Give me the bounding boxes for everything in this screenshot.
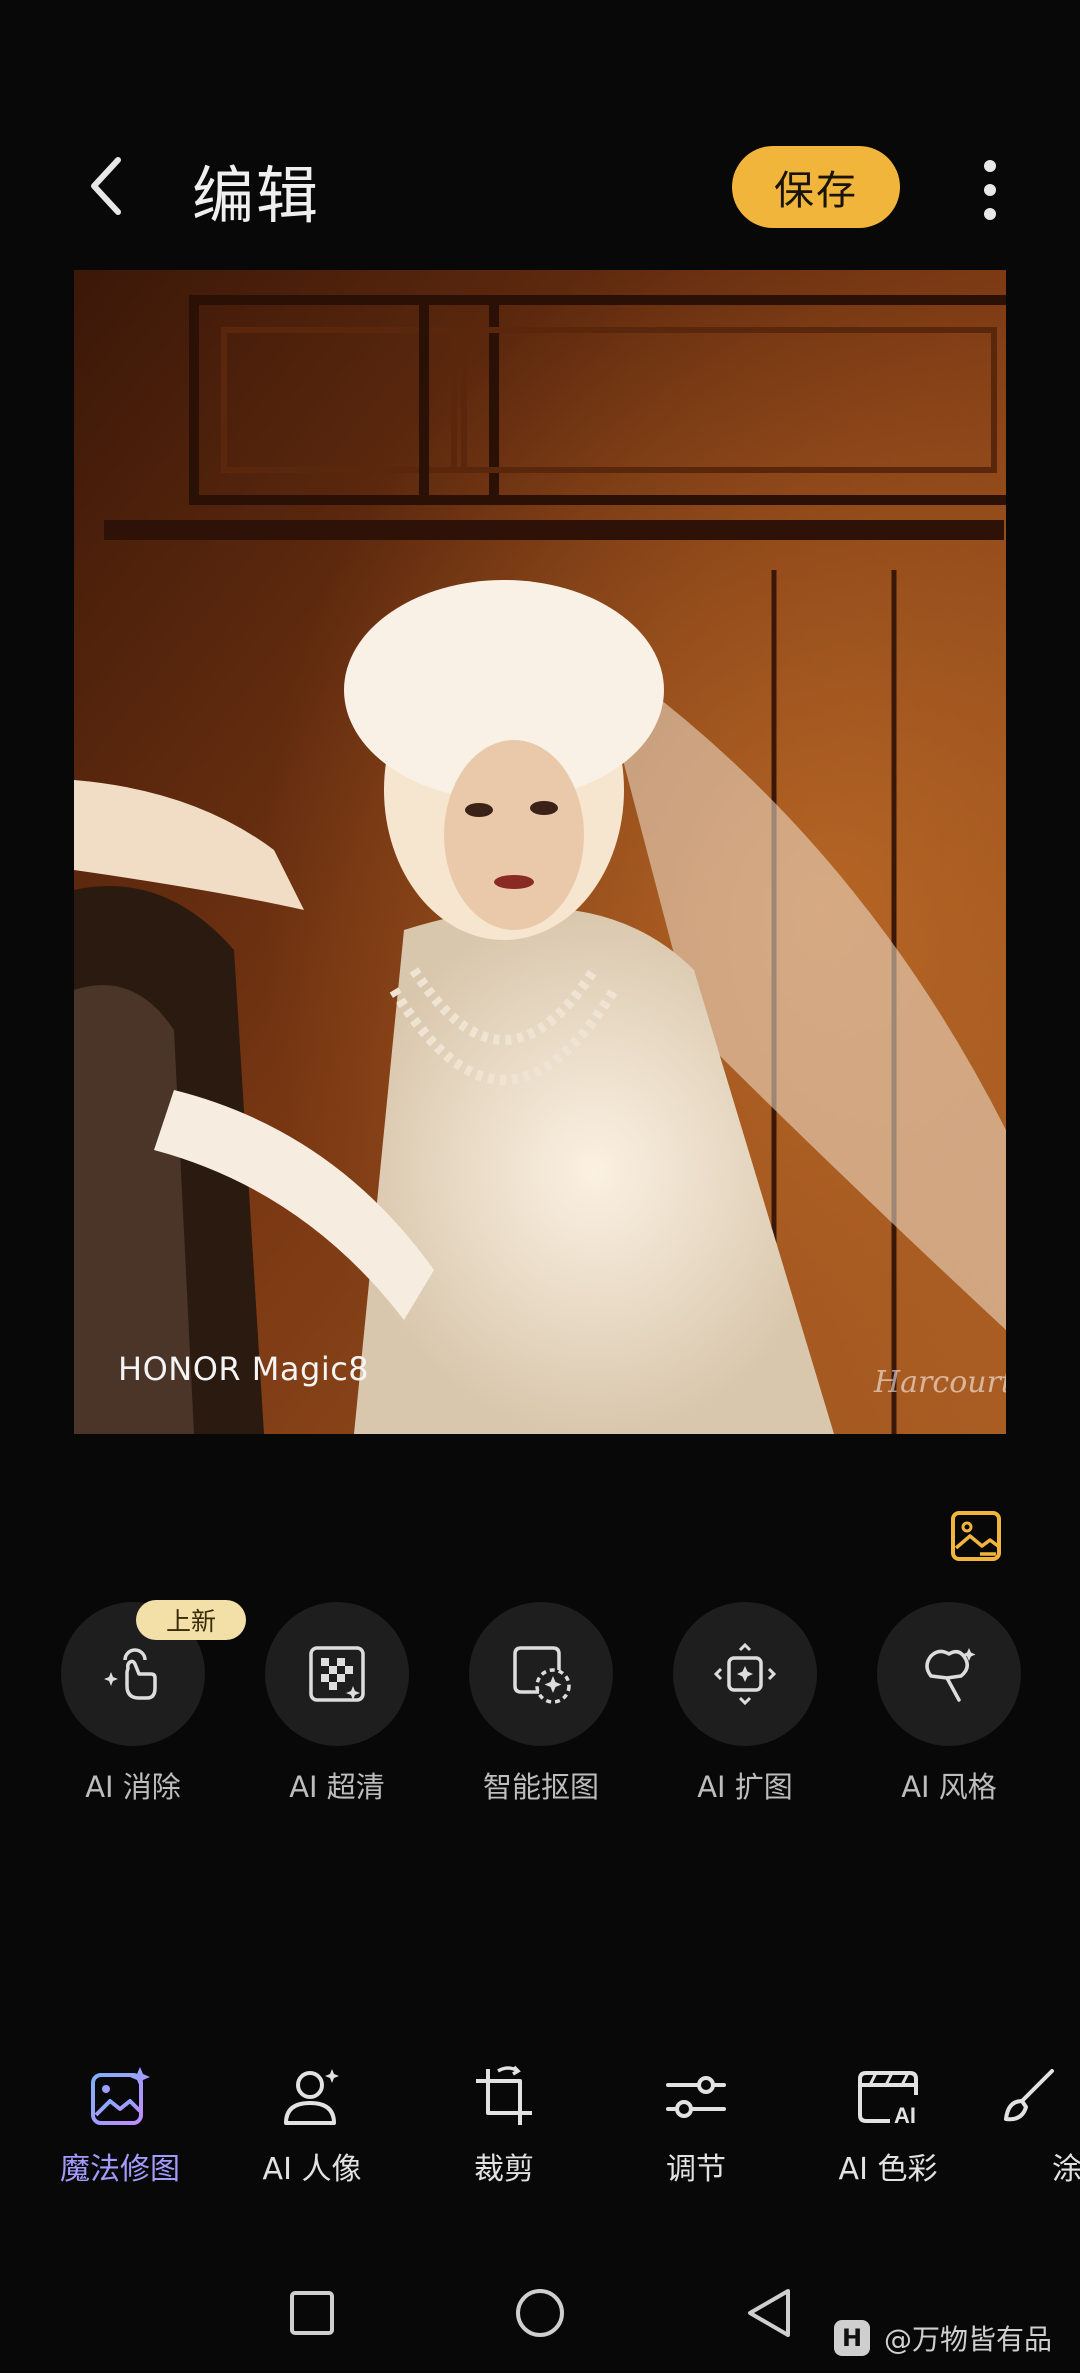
photographer-signature: Harcourt [874,1365,1006,1400]
circle-icon [516,2289,564,2337]
tab-adjust[interactable]: 调节 [616,2062,776,2188]
image-compare-icon [951,1511,1001,1561]
tool-label: AI 超清 [289,1770,385,1804]
brush-icon [1004,2069,1054,2122]
tool-label: AI 消除 [85,1770,181,1804]
credit-logo-icon: H [834,2320,870,2356]
credit-text: @万物皆有品 [884,2323,1053,2356]
tab-ai-portrait[interactable]: AI 人像 [232,2062,392,2188]
tab-magic-edit[interactable]: 魔法修图 [40,2062,200,2188]
photo-preview[interactable]: HONOR Magic8 Harcourt [74,270,1006,1434]
more-vertical-icon [984,160,996,220]
tab-crop[interactable]: 裁剪 [424,2062,584,2188]
tab-label: 调节 [666,2152,726,2187]
source-credit: H @万物皆有品 [834,2318,1052,2358]
tab-label: 涂 [1052,2152,1080,2187]
new-badge: 上新 [136,1600,246,1640]
nav-home-button[interactable] [512,2285,568,2341]
tab-label: 裁剪 [474,2152,534,2187]
tab-brush[interactable]: 涂 [1000,2062,1080,2188]
crop-icon [476,2065,532,2125]
tool-ai-style[interactable]: AI 风格 [876,1602,1022,1806]
more-button[interactable] [960,150,1020,230]
square-icon [290,2291,334,2335]
back-button[interactable] [70,150,142,222]
chevron-left-icon [91,157,121,215]
tool-ai-expand[interactable]: AI 扩图 [672,1602,818,1806]
adjust-icon [666,2076,726,2118]
tab-label: AI 色彩 [838,2152,938,2187]
ai-hd-icon [309,1646,365,1702]
page-title: 编辑 [192,159,321,232]
tool-smart-cutout[interactable]: 智能抠图 [468,1602,614,1806]
compare-original-button[interactable] [948,1508,1004,1564]
tool-label: AI 风格 [901,1770,997,1804]
tab-label: AI 人像 [262,2152,362,2187]
magic-erase-icon [104,1648,157,1700]
nav-recents-button[interactable] [284,2285,340,2341]
tool-label: 智能抠图 [482,1770,599,1804]
triangle-back-icon [748,2289,790,2337]
tool-label: AI 扩图 [697,1770,793,1804]
tab-ai-color[interactable]: AI AI 色彩 [808,2062,968,2188]
ai-portrait-icon [284,2069,339,2125]
ai-style-icon [925,1648,976,1702]
photo-image [74,270,1006,1434]
smart-cutout-icon [513,1646,571,1704]
tool-ai-hd[interactable]: AI 超清 [264,1602,410,1806]
camera-watermark: HONOR Magic8 [118,1350,370,1388]
ai-expand-icon [713,1642,777,1706]
ai-color-icon: AI [858,2071,918,2128]
magic-edit-icon [91,2067,150,2125]
tab-label: 魔法修图 [60,2152,180,2187]
save-button[interactable]: 保存 [732,146,900,228]
nav-back-button[interactable] [740,2285,796,2341]
svg-text:AI: AI [894,2103,916,2128]
